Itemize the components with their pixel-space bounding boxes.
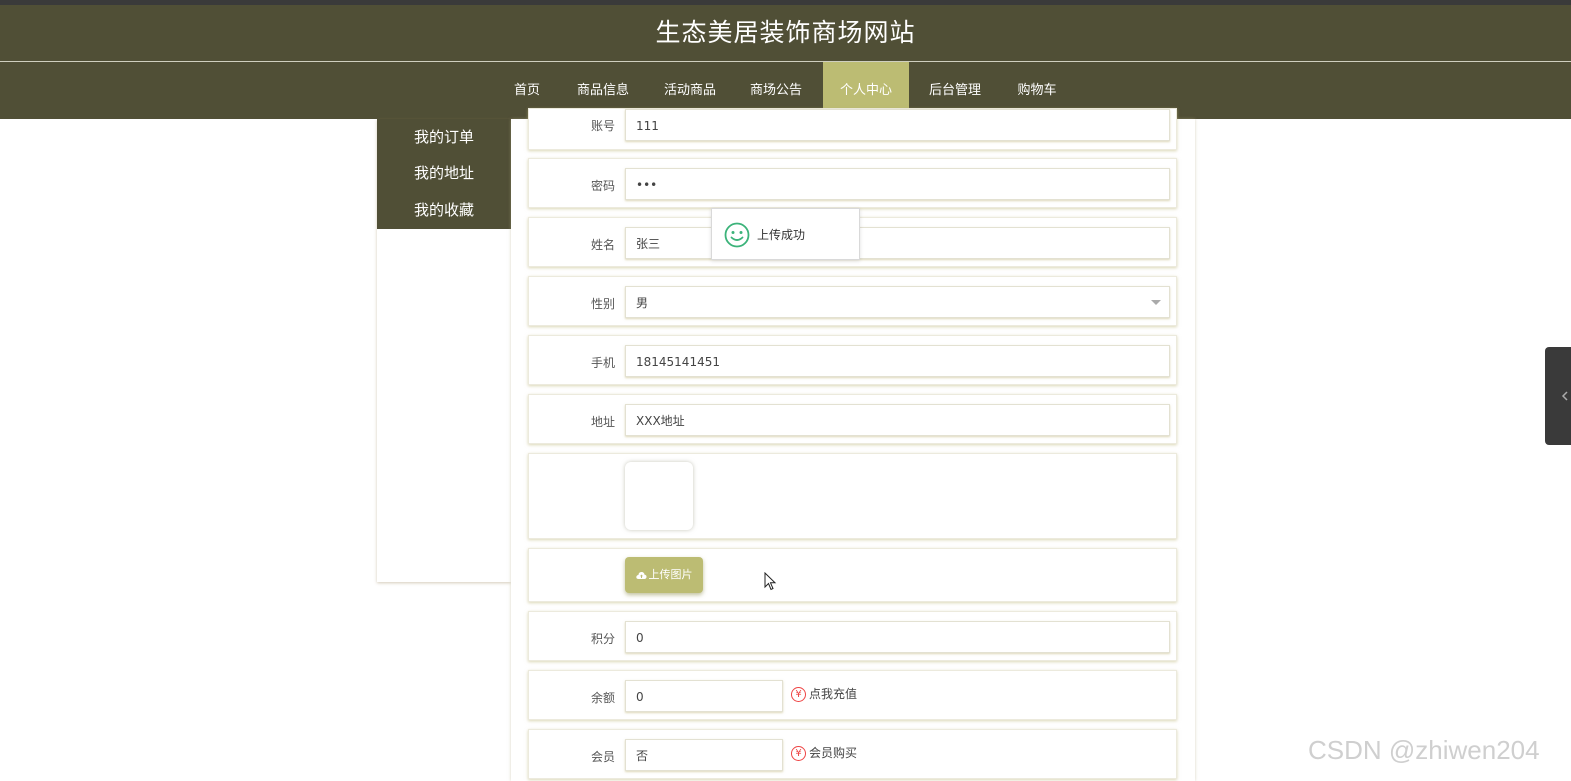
side-toggle-tab[interactable] xyxy=(1545,347,1571,445)
member-label: 会员 xyxy=(590,750,615,764)
gender-select[interactable]: 男 xyxy=(625,286,1170,318)
chevron-down-icon xyxy=(1151,300,1161,305)
balance-row: 余额 0 ¥ 点我充值 xyxy=(528,670,1177,720)
balance-input[interactable]: 0 xyxy=(625,680,783,712)
buy-membership-link[interactable]: ¥ 会员购买 xyxy=(791,744,857,761)
site-header: 生态美居装饰商场网站 xyxy=(0,5,1571,62)
upload-image-button[interactable]: 上传图片 xyxy=(625,557,703,593)
password-label: 密码 xyxy=(590,179,615,193)
address-label: 地址 xyxy=(590,415,615,429)
password-row: 密码 ••• xyxy=(528,158,1177,208)
account-row: 账号 111 xyxy=(528,108,1177,150)
balance-label: 余额 xyxy=(590,691,615,705)
points-input[interactable]: 0 xyxy=(625,621,1170,653)
name-input[interactable]: 张三 xyxy=(625,227,1170,259)
recharge-link[interactable]: ¥ 点我充值 xyxy=(791,685,857,702)
gender-row: 性别 男 xyxy=(528,276,1177,326)
upload-success-toast: 上传成功 xyxy=(711,208,860,260)
yen-icon: ¥ xyxy=(791,746,806,761)
gender-value: 男 xyxy=(636,296,649,310)
member-row: 会员 否 ¥ 会员购买 xyxy=(528,729,1177,779)
phone-label: 手机 xyxy=(590,356,615,370)
sidebar-menu: 我的订单 我的地址 我的收藏 xyxy=(377,119,511,229)
password-input[interactable]: ••• xyxy=(625,168,1170,200)
upload-button-label: 上传图片 xyxy=(648,568,693,581)
mouse-cursor-icon xyxy=(764,572,777,591)
points-row: 积分 0 xyxy=(528,611,1177,661)
toast-message: 上传成功 xyxy=(757,228,806,242)
yen-icon: ¥ xyxy=(791,687,806,702)
avatar-preview[interactable] xyxy=(625,462,693,530)
site-title: 生态美居装饰商场网站 xyxy=(655,18,916,47)
name-label: 姓名 xyxy=(590,238,615,252)
sidebar-item-favorites[interactable]: 我的收藏 xyxy=(377,192,511,228)
sidebar-item-addresses[interactable]: 我的地址 xyxy=(377,155,511,191)
upload-row: 上传图片 xyxy=(528,548,1177,602)
account-label: 账号 xyxy=(590,119,615,133)
account-input[interactable]: 111 xyxy=(625,109,1170,141)
watermark: CSDN @zhiwen204 xyxy=(1308,735,1540,765)
user-sidebar: 我的订单 我的地址 我的收藏 xyxy=(377,119,511,582)
smile-icon xyxy=(724,222,750,248)
gender-label: 性别 xyxy=(590,297,615,311)
phone-row: 手机 18145141451 xyxy=(528,335,1177,385)
points-label: 积分 xyxy=(590,632,615,646)
buy-membership-label: 会员购买 xyxy=(809,746,858,760)
member-input[interactable]: 否 xyxy=(625,739,783,771)
phone-input[interactable]: 18145141451 xyxy=(625,345,1170,377)
sidebar-item-orders[interactable]: 我的订单 xyxy=(377,119,511,155)
address-input[interactable]: XXX地址 xyxy=(625,404,1170,436)
recharge-link-label: 点我充值 xyxy=(809,687,858,701)
avatar-row xyxy=(528,453,1177,539)
cloud-upload-icon xyxy=(635,571,647,579)
chevron-left-icon xyxy=(1561,391,1568,401)
address-row: 地址 XXX地址 xyxy=(528,394,1177,444)
